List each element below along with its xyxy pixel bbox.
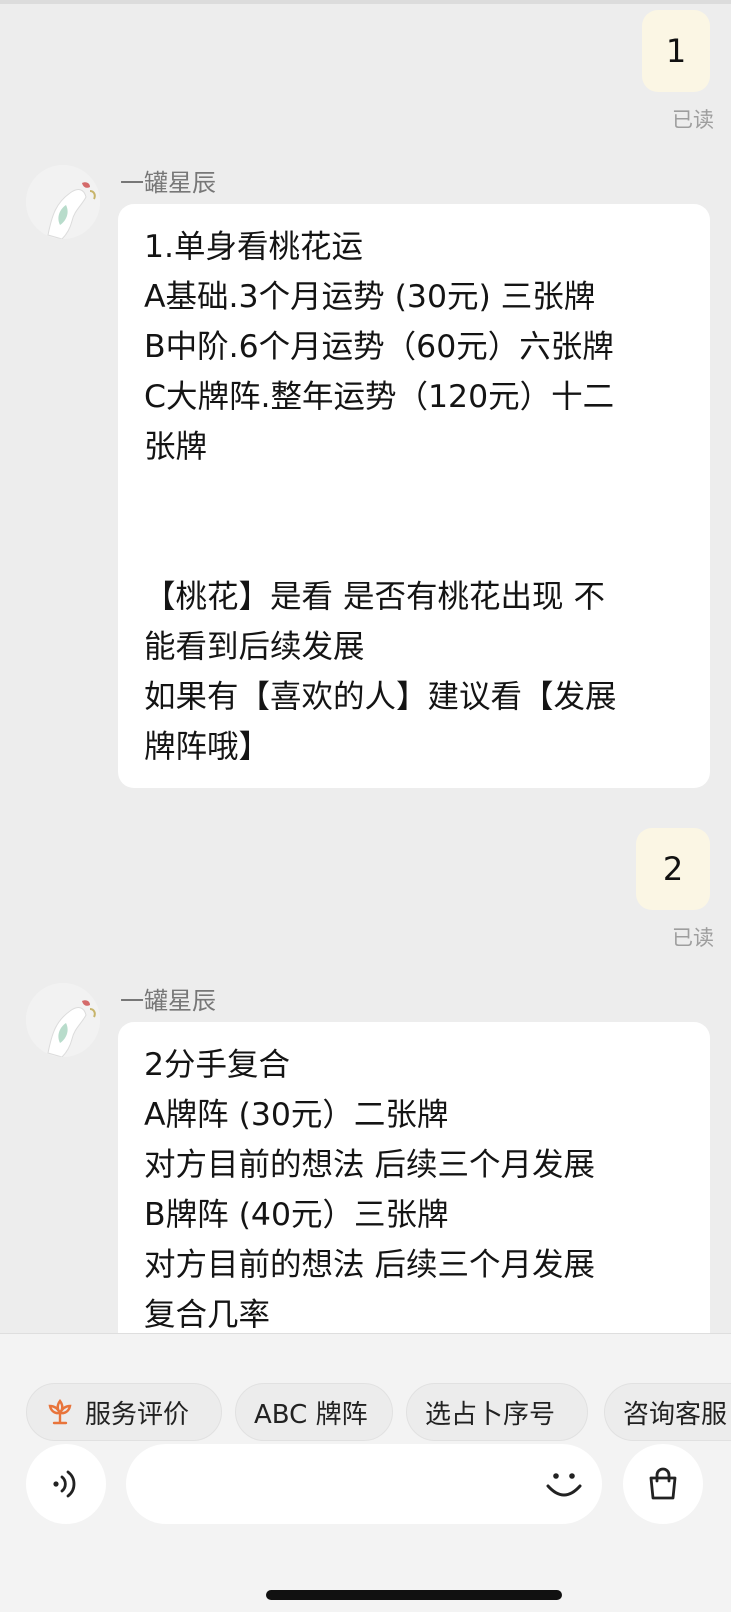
- top-divider: [0, 0, 731, 4]
- incoming-message-1[interactable]: 1.单身看桃花运 A基础.3个月运势 (30元) 三张牌 B中阶.6个月运势（6…: [118, 204, 710, 788]
- message-line: 牌阵哦】: [144, 729, 271, 765]
- quick-reply-service-rating[interactable]: 服务评价: [26, 1383, 222, 1441]
- message-line: 【桃花】是看 是否有桃花出现 不: [144, 579, 606, 615]
- shop-button[interactable]: [623, 1444, 703, 1524]
- message-line: 能看到后续发展: [144, 629, 365, 665]
- voice-icon: [46, 1464, 86, 1504]
- message-line: 张牌: [144, 429, 208, 465]
- sender-name: 一罐星辰: [120, 987, 216, 1015]
- chip-label: 服务评价: [85, 1399, 190, 1430]
- bottom-panel: 服务评价 ABC 牌阵 选占卜序号 咨询客服: [0, 1333, 731, 1612]
- message-line: 对方目前的想法 后续三个月发展: [144, 1247, 596, 1283]
- message-line-empty: [144, 472, 684, 522]
- voice-button[interactable]: [26, 1444, 106, 1524]
- message-line: 1.单身看桃花运: [144, 229, 364, 265]
- message-line: C大牌阵.整年运势（120元）十二: [144, 379, 615, 415]
- message-input[interactable]: [126, 1444, 602, 1524]
- read-status: 已读: [672, 926, 714, 950]
- chip-label: ABC 牌阵: [254, 1399, 368, 1430]
- smiley-icon[interactable]: [542, 1462, 586, 1506]
- message-text: 1: [665, 32, 687, 70]
- message-line: A基础.3个月运势 (30元) 三张牌: [144, 279, 596, 315]
- flower-icon: [45, 1397, 75, 1427]
- message-line: 对方目前的想法 后续三个月发展: [144, 1147, 596, 1183]
- message-body: 1.单身看桃花运 A基础.3个月运势 (30元) 三张牌 B中阶.6个月运势（6…: [144, 222, 684, 772]
- outgoing-message-2[interactable]: 2: [636, 828, 710, 910]
- message-line: B牌阵 (40元）三张牌: [144, 1197, 449, 1233]
- avatar-image: [26, 165, 100, 239]
- avatar[interactable]: [26, 983, 100, 1057]
- chip-label: 选占卜序号: [425, 1399, 556, 1430]
- message-body: 2分手复合 A牌阵 (30元）二张牌 对方目前的想法 后续三个月发展 B牌阵 (…: [144, 1040, 684, 1340]
- avatar[interactable]: [26, 165, 100, 239]
- chip-label: 咨询客服: [623, 1399, 728, 1430]
- sender-name: 一罐星辰: [120, 169, 216, 197]
- quick-reply-customer-service[interactable]: 咨询客服: [604, 1383, 731, 1441]
- outgoing-message-1[interactable]: 1: [642, 10, 710, 92]
- shopping-bag-icon: [643, 1464, 683, 1504]
- message-line: 2分手复合: [144, 1047, 291, 1083]
- quick-reply-select-number[interactable]: 选占卜序号: [406, 1383, 588, 1441]
- avatar-image: [26, 983, 100, 1057]
- read-status: 已读: [672, 108, 714, 132]
- message-line: 如果有【喜欢的人】建议看【发展: [144, 679, 617, 715]
- message-line: A牌阵 (30元）二张牌: [144, 1097, 449, 1133]
- message-text: 2: [662, 850, 684, 888]
- message-line-empty: [144, 522, 684, 572]
- home-indicator: [266, 1590, 562, 1600]
- incoming-message-2[interactable]: 2分手复合 A牌阵 (30元）二张牌 对方目前的想法 后续三个月发展 B牌阵 (…: [118, 1022, 710, 1362]
- quick-reply-abc-spread[interactable]: ABC 牌阵: [235, 1383, 393, 1441]
- message-line: B中阶.6个月运势（60元）六张牌: [144, 329, 614, 365]
